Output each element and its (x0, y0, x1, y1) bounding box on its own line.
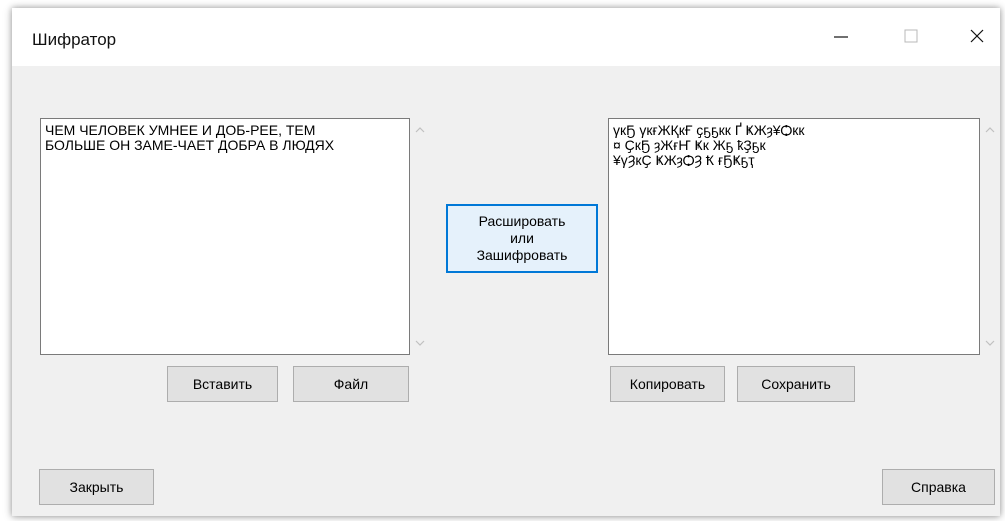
file-button[interactable]: Файл (293, 366, 409, 402)
chevron-down-icon[interactable] (983, 337, 997, 349)
copy-button[interactable]: Копировать (610, 366, 725, 402)
app-window: Шифратор ЧЕМ ЧЕЛОВЕК УМНЕЕ И ДОБ-РЕЕ, ТЕ… (12, 8, 1000, 516)
chevron-up-icon[interactable] (983, 124, 997, 136)
input-textbox[interactable]: ЧЕМ ЧЕЛОВЕК УМНЕЕ И ДОБ-РЕЕ, ТЕМ БОЛЬШЕ … (40, 118, 410, 355)
chevron-up-icon[interactable] (413, 124, 427, 136)
help-button[interactable]: Справка (882, 469, 995, 505)
close-window-button[interactable] (954, 14, 1000, 58)
save-button[interactable]: Сохранить (737, 366, 855, 402)
output-textbox[interactable]: γкҔ γкғЖҚкҒ ҫҕҕкк Ґ ҜЖȝ¥Ѻкк ¤ ҪкҔ ȝЖғҤ Ҝ… (608, 118, 980, 355)
minimize-button[interactable] (818, 14, 864, 58)
chevron-down-icon[interactable] (413, 337, 427, 349)
maximize-icon (904, 29, 918, 43)
close-icon (970, 29, 984, 43)
minimize-icon (834, 36, 848, 38)
close-button[interactable]: Закрыть (39, 469, 154, 505)
title-bar[interactable]: Шифратор (12, 8, 1000, 66)
paste-button[interactable]: Вставить (167, 366, 278, 402)
client-area: ЧЕМ ЧЕЛОВЕК УМНЕЕ И ДОБ-РЕЕ, ТЕМ БОЛЬШЕ … (12, 66, 1000, 516)
maximize-button[interactable] (888, 14, 934, 58)
window-title: Шифратор (32, 30, 117, 49)
encrypt-decrypt-button[interactable]: Расшировать или Зашифровать (446, 204, 598, 273)
